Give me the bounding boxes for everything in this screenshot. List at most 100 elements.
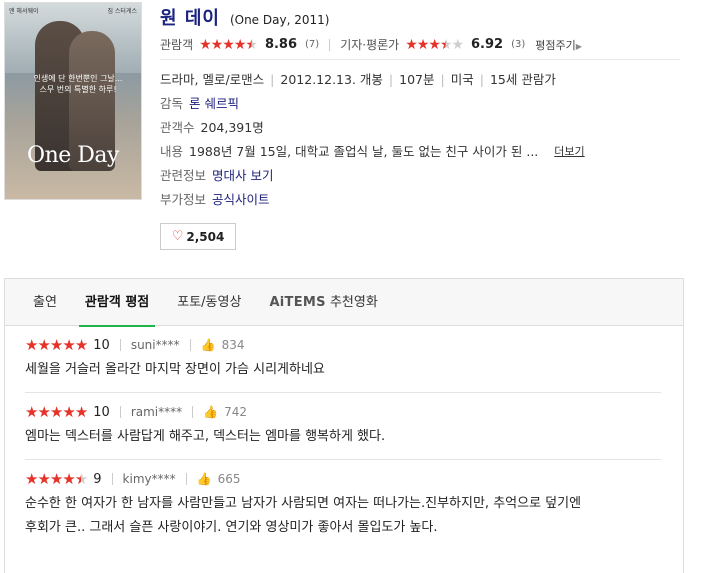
star-icon: ★ [25, 403, 38, 421]
movie-poster[interactable]: 앤 해서웨이 짐 스터게스 인생에 단 한번뿐인 그날... 스무 번의 특별한… [4, 2, 142, 200]
movie-original-title: (One Day, 2011) [229, 13, 330, 27]
half-star-icon: ★ [74, 470, 88, 488]
empty-star-icon: ★ [451, 36, 464, 53]
review-like-count: 665 [217, 472, 241, 486]
director-label: 감독 [160, 96, 184, 111]
aitems-logo: AiTEMS [269, 294, 326, 310]
poster-tagline: 인생에 단 한번뿐인 그날... 스무 번의 특별한 하루! [33, 74, 123, 94]
release-date: 2012.12.13. 개봉 [280, 72, 383, 87]
rating-row: 관람객 ★ ★ ★ ★ ★ 8.86 (7) 기자·평론가 ★ ★ ★ ★ ★ 6.92 (3)… [160, 30, 680, 60]
poster-credit-right: 짐 스터게스 [107, 8, 137, 15]
review-text: 순수한 한 여자가 한 남자를 사람만들고 남자가 사람되면 여자는 떠나가는.… [25, 488, 661, 550]
star-icon: ★ [199, 36, 212, 53]
review-score: 10 [93, 337, 110, 353]
critic-score: 6.92 [471, 37, 504, 52]
tab-recommended[interactable]: AiTEMS 추천영화 [255, 279, 391, 326]
review-header: ★ ★ ★ ★ ★ 9 kimy**** 👍 665 [25, 460, 661, 488]
star-icon: ★ [25, 470, 38, 488]
quotes-link[interactable]: 명대사 보기 [212, 164, 273, 188]
review-like-button[interactable]: 👍 742 [203, 405, 247, 419]
critic-stars: ★ ★ ★ ★ ★ [405, 36, 464, 53]
star-icon: ★ [49, 336, 63, 354]
review-like-button[interactable]: 👍 834 [201, 338, 245, 352]
tab-cast[interactable]: 출연 [19, 279, 71, 326]
divider [192, 406, 194, 418]
star-icon: ★ [62, 336, 75, 354]
star-icon: ★ [416, 36, 430, 53]
like-count: 2,504 [186, 229, 225, 244]
review-score: 9 [93, 471, 102, 487]
tab-recommended-label: 추천영화 [329, 294, 378, 310]
star-icon: ★ [62, 403, 75, 421]
star-icon: ★ [49, 403, 63, 421]
review-header: ★ ★ ★ ★ ★ 10 rami**** 👍 742 [25, 393, 661, 421]
tab-audience-ratings[interactable]: 관람객 평점 [71, 279, 163, 327]
divider [111, 473, 113, 485]
review-stars: ★ ★ ★ ★ ★ [25, 403, 88, 421]
runtime: 107분 [399, 72, 435, 87]
heart-icon: ♡ [171, 229, 184, 244]
title-row: 원 데이 (One Day, 2011) [160, 0, 715, 30]
audience-count-value: 204,391명 [200, 120, 264, 135]
review-item: ★ ★ ★ ★ ★ 9 kimy**** 👍 665 순수한 한 여자가 한 남자를 사… [25, 460, 661, 550]
star-icon: ★ [405, 36, 418, 53]
audience-count-row: 관객수 204,391명 [160, 116, 715, 140]
chevron-right-icon: ▶ [575, 41, 582, 51]
review-like-count: 742 [224, 405, 247, 419]
tab-bar: 출연 관람객 평점 포토/동영상 AiTEMS 추천영화 [5, 279, 683, 327]
audience-stars: ★ ★ ★ ★ ★ [199, 36, 258, 53]
rate-movie-link[interactable]: 평점주기▶ [535, 37, 582, 53]
review-user[interactable]: kimy**** [123, 472, 176, 486]
plot-row: 내용 1988년 7월 15일, 대학교 졸업식 날, 둘도 없는 친구 사이가… [160, 140, 715, 164]
star-icon: ★ [37, 403, 50, 421]
star-icon: ★ [428, 36, 441, 53]
tab-panel: 출연 관람객 평점 포토/동영상 AiTEMS 추천영화 ★ ★ ★ ★ ★ 10 su… [4, 278, 684, 573]
star-icon: ★ [25, 336, 38, 354]
review-item: ★ ★ ★ ★ ★ 10 suni**** 👍 834 세월을 거슬러 올라간 마지막 … [25, 326, 661, 393]
poster-credits: 앤 해서웨이 짐 스터게스 [9, 6, 137, 15]
divider: | [270, 72, 275, 87]
divider: | [479, 72, 484, 87]
plot-more-link[interactable]: 더보기 [554, 140, 584, 164]
review-stars: ★ ★ ★ ★ ★ [25, 336, 88, 354]
audience-count: (7) [305, 39, 320, 50]
director-link[interactable]: 론 쉐르픽 [189, 92, 239, 116]
audience-score: 8.86 [264, 37, 298, 52]
genre: 드라마, 멜로/로맨스 [160, 72, 265, 87]
review-text-line: 후회가 큰.. 그래서 슬픈 사랑이야기. 연기와 영상미가 좋아서 몰입도가 … [25, 520, 438, 535]
review-header: ★ ★ ★ ★ ★ 10 suni**** 👍 834 [25, 326, 661, 354]
review-like-count: 834 [221, 338, 245, 352]
star-icon: ★ [37, 470, 50, 488]
half-star-icon: ★ [245, 36, 258, 53]
review-list: ★ ★ ★ ★ ★ 10 suni**** 👍 834 세월을 거슬러 올라간 마지막 … [5, 326, 683, 550]
review-score: 10 [93, 404, 110, 420]
director-row: 감독 론 쉐르픽 [160, 92, 715, 116]
official-site-link[interactable]: 공식사이트 [212, 188, 270, 212]
thumbs-up-icon: 👍 [203, 405, 219, 419]
review-text: 세월을 거슬러 올라간 마지막 장면이 가슴 시리게하네요 [25, 362, 325, 377]
audience-rating-label: 관람객 [160, 38, 194, 52]
divider: | [440, 72, 445, 87]
review-stars: ★ ★ ★ ★ ★ [25, 470, 88, 488]
poster-title: One Day [27, 143, 119, 168]
age-rating: 15세 관람가 [489, 72, 556, 87]
star-icon: ★ [210, 36, 224, 53]
review-user[interactable]: suni**** [131, 338, 180, 352]
movie-title[interactable]: 원 데이 [160, 4, 220, 30]
divider [329, 38, 331, 51]
review-user[interactable]: rami**** [131, 405, 182, 419]
divider [119, 406, 121, 418]
review-like-button[interactable]: 👍 665 [197, 472, 241, 486]
related-label: 관련정보 [160, 168, 207, 183]
star-icon: ★ [74, 403, 88, 421]
related-row: 관련정보 명대사 보기 [160, 164, 715, 188]
tab-photos-videos[interactable]: 포토/동영상 [163, 279, 255, 326]
divider [189, 339, 191, 351]
thumbs-up-icon: 👍 [200, 338, 216, 352]
extra-label: 부가정보 [160, 192, 207, 207]
like-button[interactable]: ♡ 2,504 [160, 223, 236, 250]
review-text: 엠마는 덱스터를 사람답게 해주고, 덱스터는 엠마를 행복하게 했다. [25, 429, 386, 444]
star-icon: ★ [62, 470, 75, 488]
thumbs-up-icon: 👍 [196, 472, 212, 486]
country: 미국 [450, 72, 474, 87]
